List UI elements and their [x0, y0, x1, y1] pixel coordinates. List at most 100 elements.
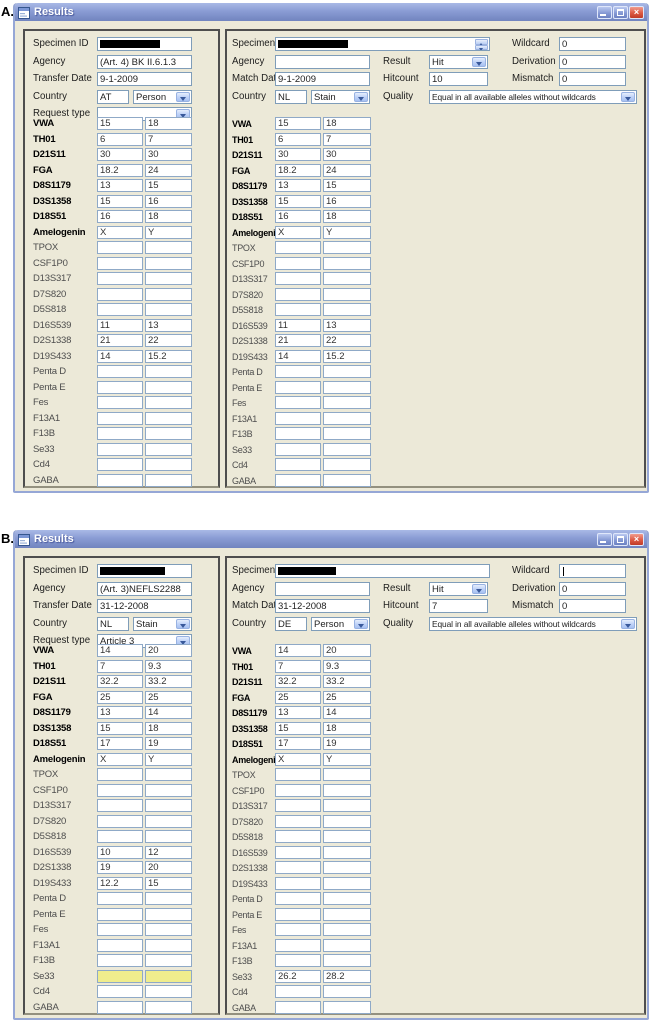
transfer-date-field[interactable]: 31-12-2008 — [97, 599, 192, 613]
allele-field-2[interactable]: 15.2 — [323, 349, 371, 363]
allele-field-1[interactable] — [97, 256, 143, 270]
allele-field-2[interactable] — [323, 799, 371, 812]
allele-field-1[interactable] — [97, 473, 143, 487]
specimen-id-field[interactable] — [275, 37, 490, 51]
allele-field-1[interactable] — [275, 830, 321, 843]
allele-field-2[interactable] — [145, 783, 192, 797]
allele-field-1[interactable] — [97, 799, 143, 812]
allele-field-1[interactable]: 12.2 — [97, 876, 143, 890]
allele-field-2[interactable]: 15 — [145, 179, 192, 192]
allele-field-1[interactable]: 21 — [275, 334, 321, 347]
allele-field-2[interactable] — [145, 365, 192, 378]
allele-field-2[interactable] — [145, 427, 192, 440]
specimen-id-field[interactable] — [275, 564, 490, 578]
allele-field-1[interactable] — [275, 473, 321, 487]
allele-field-1[interactable]: X — [97, 225, 143, 239]
country-code-field[interactable]: NL — [97, 616, 129, 631]
allele-field-1[interactable]: 15 — [275, 721, 321, 735]
allele-field-2[interactable] — [323, 365, 371, 378]
allele-field-1[interactable]: 13 — [275, 179, 321, 192]
allele-field-2[interactable]: 15.2 — [145, 349, 192, 363]
allele-field-2[interactable] — [323, 473, 371, 487]
allele-field-2[interactable]: 28.2 — [323, 969, 371, 983]
specimen-spinner[interactable] — [475, 39, 488, 50]
allele-field-2[interactable]: 9.3 — [323, 659, 371, 673]
allele-field-2[interactable]: 24 — [145, 163, 192, 177]
allele-field-1[interactable] — [275, 907, 321, 921]
chevron-down-icon[interactable] — [176, 91, 190, 102]
allele-field-2[interactable] — [323, 814, 371, 828]
allele-field-2[interactable] — [323, 442, 371, 456]
allele-field-1[interactable] — [275, 1000, 321, 1014]
allele-field-1[interactable] — [275, 876, 321, 890]
allele-field-2[interactable]: 22 — [323, 334, 371, 347]
allele-field-1[interactable] — [275, 938, 321, 952]
allele-field-1[interactable]: 32.2 — [275, 675, 321, 688]
close-button[interactable]: × — [629, 532, 644, 546]
allele-field-1[interactable] — [97, 458, 143, 471]
country-code-field[interactable]: AT — [97, 89, 129, 104]
allele-field-1[interactable] — [275, 396, 321, 409]
allele-field-1[interactable]: 13 — [275, 706, 321, 719]
allele-field-2[interactable] — [145, 458, 192, 471]
allele-field-2[interactable] — [145, 1000, 192, 1014]
chevron-down-icon[interactable] — [354, 91, 368, 102]
allele-field-2[interactable]: 7 — [145, 132, 192, 146]
allele-field-1[interactable] — [275, 427, 321, 440]
allele-field-2[interactable] — [145, 411, 192, 425]
country-code-field[interactable]: DE — [275, 616, 307, 631]
allele-field-2[interactable]: Y — [323, 225, 371, 239]
allele-field-2[interactable] — [323, 272, 371, 285]
allele-field-1[interactable]: 18.2 — [97, 163, 143, 177]
maximize-button[interactable] — [613, 532, 628, 546]
allele-field-2[interactable]: 22 — [145, 334, 192, 347]
country-kind-dropdown[interactable]: Person — [133, 89, 192, 104]
chevron-down-icon[interactable] — [176, 618, 190, 629]
allele-field-1[interactable]: 30 — [97, 148, 143, 161]
allele-field-1[interactable]: 19 — [97, 861, 143, 874]
allele-field-2[interactable]: 12 — [145, 845, 192, 859]
allele-field-2[interactable] — [145, 923, 192, 936]
allele-field-2[interactable]: 18 — [145, 210, 192, 223]
allele-field-2[interactable] — [145, 272, 192, 285]
chevron-down-icon[interactable] — [472, 583, 486, 594]
allele-field-1[interactable] — [275, 799, 321, 812]
maximize-button[interactable] — [613, 5, 628, 19]
allele-field-2[interactable] — [323, 411, 371, 425]
allele-field-1[interactable] — [275, 814, 321, 828]
allele-field-1[interactable]: 21 — [97, 334, 143, 347]
allele-field-1[interactable] — [275, 442, 321, 456]
allele-field-2[interactable]: 9.3 — [145, 659, 192, 673]
country-kind-dropdown[interactable]: Stain — [311, 89, 370, 104]
allele-field-1[interactable]: 16 — [97, 210, 143, 223]
allele-field-1[interactable]: 13 — [97, 706, 143, 719]
allele-field-2[interactable]: 19 — [323, 737, 371, 750]
allele-field-1[interactable]: 7 — [97, 659, 143, 673]
country-kind-dropdown[interactable]: Person — [311, 616, 370, 631]
allele-field-2[interactable]: 7 — [323, 132, 371, 146]
allele-field-2[interactable] — [145, 830, 192, 843]
allele-field-2[interactable]: 33.2 — [145, 675, 192, 688]
allele-field-1[interactable]: 10 — [97, 845, 143, 859]
allele-field-1[interactable] — [97, 1000, 143, 1014]
hitcount-field[interactable]: 10 — [429, 72, 488, 86]
allele-field-2[interactable] — [323, 458, 371, 471]
allele-field-1[interactable] — [97, 380, 143, 394]
spin-up-icon[interactable] — [475, 39, 488, 46]
allele-field-1[interactable] — [275, 287, 321, 301]
country-kind-dropdown[interactable]: Stain — [133, 616, 192, 631]
allele-field-2[interactable]: 24 — [323, 163, 371, 177]
mismatch-field[interactable]: 0 — [559, 599, 626, 613]
allele-field-2[interactable]: 20 — [145, 644, 192, 657]
allele-field-1[interactable] — [275, 845, 321, 859]
allele-field-1[interactable] — [275, 861, 321, 874]
allele-field-1[interactable] — [97, 907, 143, 921]
allele-field-2[interactable] — [145, 303, 192, 316]
allele-field-2[interactable] — [323, 876, 371, 890]
allele-field-2[interactable] — [323, 845, 371, 859]
allele-field-1[interactable] — [97, 892, 143, 905]
allele-field-1[interactable]: 14 — [97, 349, 143, 363]
allele-field-2[interactable]: 18 — [145, 117, 192, 130]
allele-field-1[interactable]: 14 — [97, 644, 143, 657]
allele-field-1[interactable] — [275, 365, 321, 378]
